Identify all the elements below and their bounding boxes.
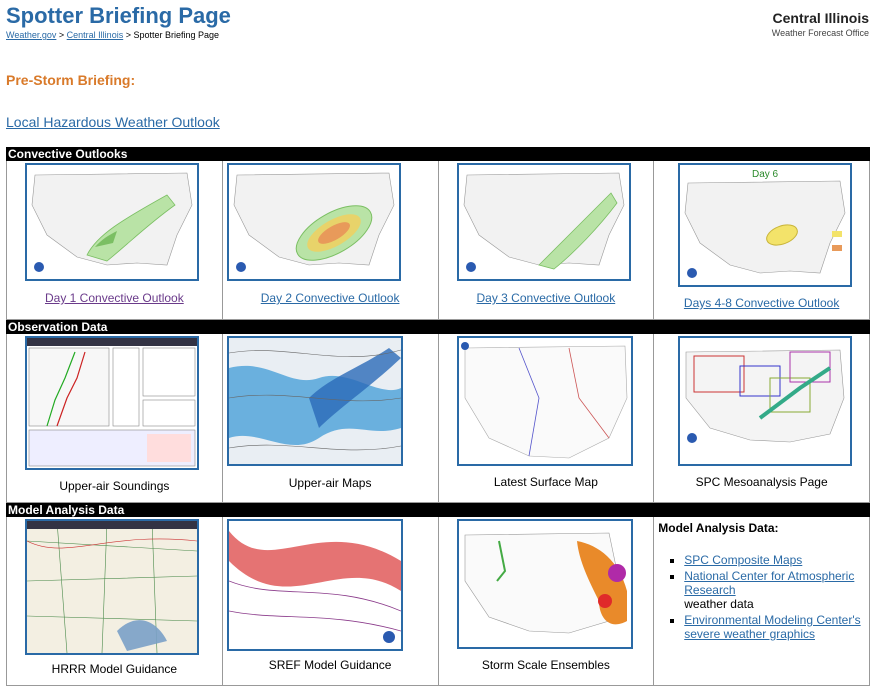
upper-air-soundings-image[interactable]: [25, 336, 199, 470]
model-cell: Storm Scale Ensembles: [439, 517, 655, 685]
day3-outlook-map[interactable]: [456, 163, 631, 281]
convective-grid: Day 1 Convective Outlook Day 2 Convectiv…: [6, 161, 870, 320]
observation-cell: Upper-air Maps: [223, 334, 439, 502]
ncar-suffix: weather data: [684, 597, 754, 611]
convective-cell: Day 1 Convective Outlook: [7, 161, 223, 319]
hrrr-image[interactable]: [25, 519, 199, 655]
model-grid: HRRR Model Guidance SREF Model Guidance: [6, 517, 870, 686]
day2-outlook-link[interactable]: Day 2 Convective Outlook: [223, 291, 438, 305]
days48-outlook-link[interactable]: Days 4-8 Convective Outlook: [654, 296, 869, 310]
convective-cell: Day 2 Convective Outlook: [223, 161, 439, 319]
surface-map-caption: Latest Surface Map: [493, 475, 598, 489]
section-header-model: Model Analysis Data: [6, 503, 870, 517]
breadcrumb-home-link[interactable]: Weather.gov: [6, 30, 56, 40]
model-cell: Model Analysis Data: SPC Composite Maps …: [654, 517, 870, 685]
observation-cell: SPC Mesoanalysis Page: [654, 334, 870, 502]
mesoanalysis-image[interactable]: [678, 336, 853, 466]
convective-cell: Day 6 Days 4-8 Convective Outlook: [654, 161, 870, 319]
surface-map-image[interactable]: [456, 336, 633, 466]
model-analysis-panel: Model Analysis Data: SPC Composite Maps …: [658, 521, 868, 643]
storm-scale-ensembles-image[interactable]: [456, 519, 633, 649]
emc-severe-graphics-link[interactable]: Environmental Modeling Center's severe w…: [684, 613, 860, 641]
model-analysis-heading: Model Analysis Data:: [658, 521, 779, 535]
section-header-convective: Convective Outlooks: [6, 147, 870, 161]
upper-air-maps-caption: Upper-air Maps: [288, 476, 372, 490]
breadcrumb-current: Spotter Briefing Page: [133, 30, 220, 40]
list-item: SPC Composite Maps: [684, 553, 868, 567]
day3-outlook-link[interactable]: Day 3 Convective Outlook: [439, 291, 654, 305]
breadcrumb: Weather.gov > Central Illinois > Spotter…: [6, 30, 219, 40]
ncar-link[interactable]: National Center for Atmospheric Research: [684, 569, 854, 597]
observation-cell: Latest Surface Map: [439, 334, 655, 502]
storm-scale-ensembles-caption: Storm Scale Ensembles: [481, 658, 610, 672]
page-title: Spotter Briefing Page: [6, 3, 231, 28]
observation-cell: Upper-air Soundings: [7, 334, 223, 502]
model-cell: SREF Model Guidance: [223, 517, 439, 685]
upper-air-soundings-caption: Upper-air Soundings: [59, 479, 170, 493]
day1-outlook-link[interactable]: Day 1 Convective Outlook: [7, 291, 222, 305]
sref-caption: SREF Model Guidance: [268, 658, 392, 672]
office-subtitle: Weather Forecast Office: [771, 28, 869, 38]
upper-air-maps-image[interactable]: [226, 336, 403, 466]
prestorm-heading: Pre-Storm Briefing:: [6, 72, 136, 88]
day2-outlook-map[interactable]: [226, 163, 401, 281]
breadcrumb-separator: >: [58, 30, 65, 40]
breadcrumb-separator: >: [125, 30, 131, 40]
list-item: Environmental Modeling Center's severe w…: [684, 613, 868, 641]
hrrr-caption: HRRR Model Guidance: [51, 662, 178, 676]
sref-image[interactable]: [226, 519, 403, 651]
day1-outlook-map[interactable]: [25, 163, 199, 281]
section-header-observation: Observation Data: [6, 320, 870, 334]
day6-map-tag: Day 6: [752, 169, 779, 180]
observation-grid: Upper-air Soundings Upper-air Maps Lates…: [6, 334, 870, 503]
breadcrumb-office-link[interactable]: Central Illinois: [67, 30, 124, 40]
days48-outlook-map[interactable]: Day 6: [678, 163, 853, 287]
office-name: Central Illinois: [772, 10, 869, 26]
model-cell: HRRR Model Guidance: [7, 517, 223, 685]
spc-composite-maps-link[interactable]: SPC Composite Maps: [684, 553, 802, 567]
list-item: National Center for Atmospheric Research…: [684, 569, 868, 611]
hazardous-weather-outlook-link[interactable]: Local Hazardous Weather Outlook: [6, 114, 220, 130]
model-analysis-list: SPC Composite Maps National Center for A…: [658, 553, 868, 641]
office-block: Central Illinois Weather Forecast Office: [772, 10, 869, 38]
mesoanalysis-caption: SPC Mesoanalysis Page: [695, 475, 828, 489]
convective-cell: Day 3 Convective Outlook: [439, 161, 655, 319]
